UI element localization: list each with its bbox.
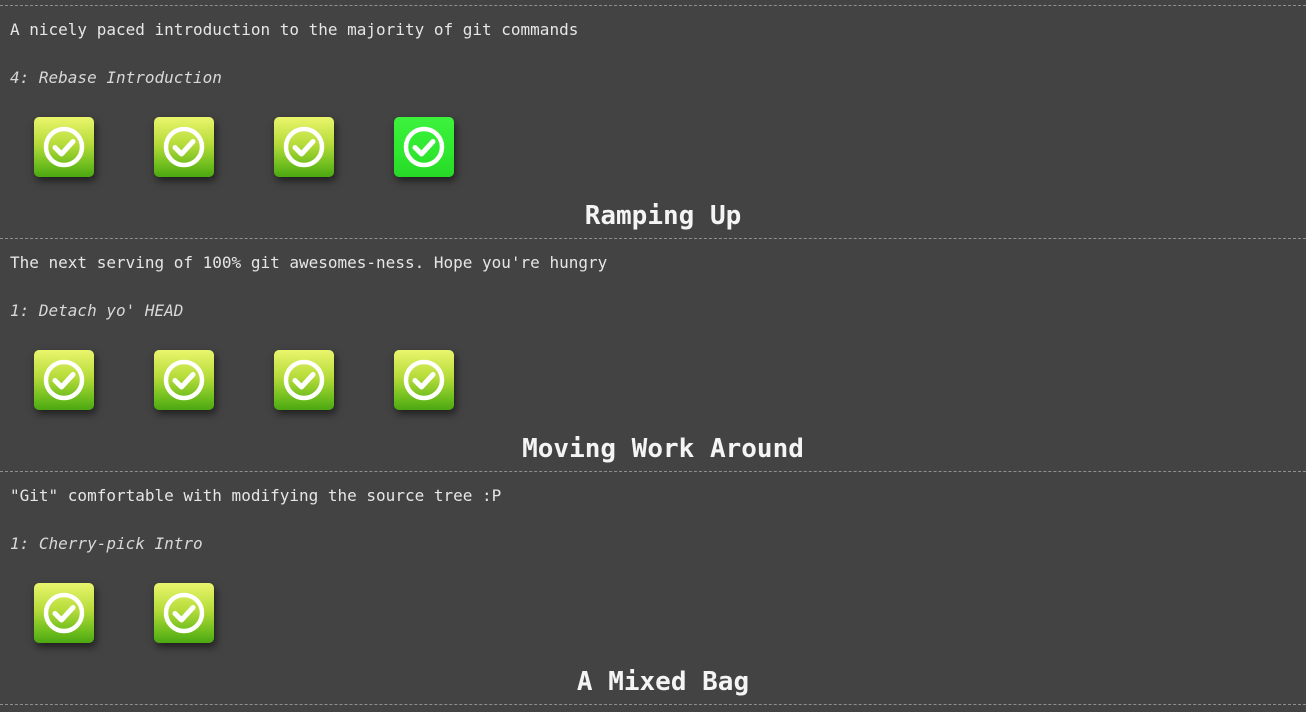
level-button-current[interactable] xyxy=(394,117,454,177)
check-circle-icon xyxy=(163,592,205,634)
sequence-title: Moving Work Around xyxy=(522,434,804,464)
level-button-row xyxy=(34,583,214,645)
level-button[interactable] xyxy=(34,583,94,643)
check-circle-icon xyxy=(403,126,445,168)
level-button[interactable] xyxy=(394,350,454,410)
check-circle-icon xyxy=(163,359,205,401)
sequence-title: A Mixed Bag xyxy=(576,667,750,697)
level-button[interactable] xyxy=(274,117,334,177)
check-circle-icon xyxy=(283,359,325,401)
section-divider xyxy=(0,238,1306,239)
check-circle-icon xyxy=(43,592,85,634)
level-button-row xyxy=(34,117,454,179)
sequence-description: "Git" comfortable with modifying the sou… xyxy=(10,486,502,505)
level-button[interactable] xyxy=(34,117,94,177)
check-circle-icon xyxy=(403,359,445,401)
section-divider xyxy=(0,704,1306,705)
sequence-current-level: 4: Rebase Introduction xyxy=(10,68,222,87)
section-divider xyxy=(0,5,1306,6)
sequence-description: The next serving of 100% git awesomes-ne… xyxy=(10,253,608,272)
level-button[interactable] xyxy=(154,117,214,177)
level-button-row xyxy=(34,350,454,412)
check-circle-icon xyxy=(283,126,325,168)
sequence-current-level: 1: Detach yo' HEAD xyxy=(10,301,184,320)
sequence-title: Ramping Up xyxy=(584,201,742,231)
check-circle-icon xyxy=(43,359,85,401)
check-circle-icon xyxy=(43,126,85,168)
check-circle-icon xyxy=(163,126,205,168)
level-button[interactable] xyxy=(274,350,334,410)
level-button[interactable] xyxy=(154,583,214,643)
sequence-current-level: 1: Cherry-pick Intro xyxy=(10,534,203,553)
level-button[interactable] xyxy=(34,350,94,410)
section-divider xyxy=(0,471,1306,472)
level-button[interactable] xyxy=(154,350,214,410)
sequence-description: A nicely paced introduction to the major… xyxy=(10,20,579,39)
